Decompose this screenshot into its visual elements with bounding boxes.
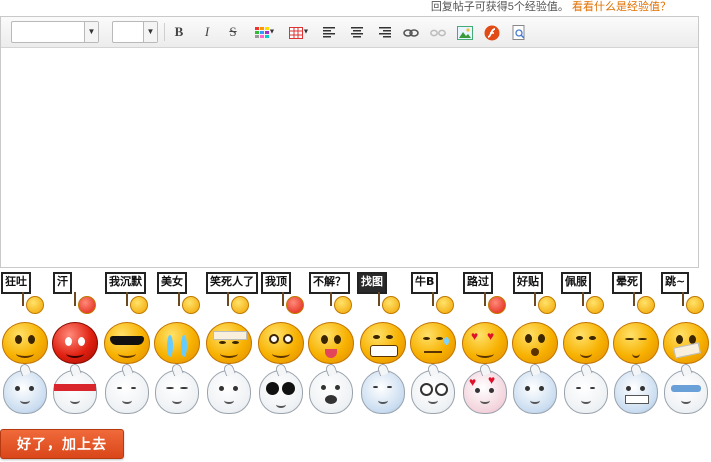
chevron-down-icon: ▼ — [143, 22, 157, 42]
experience-tip: 回复帖子可获得5个经验值。 看看什么是经验值？ — [431, 0, 671, 14]
strikethrough-button[interactable]: S — [223, 23, 243, 41]
italic-button[interactable]: I — [197, 23, 217, 41]
submit-reply-button[interactable]: 好了，加上去 — [0, 429, 124, 459]
reply-textarea[interactable] — [1, 48, 698, 267]
insert-image-button[interactable] — [455, 23, 475, 41]
preview-icon — [512, 24, 525, 40]
bold-button[interactable]: B — [169, 23, 189, 41]
font-family-select[interactable]: ▼ — [11, 21, 99, 43]
emoticon-row-signs: 狂吐 汗 我沉默 美女 笑死人了 我顶 不解？ 找图 牛B 路过 好贴 佩服 晕… — [0, 270, 711, 318]
align-center-icon — [351, 27, 363, 38]
align-center-button[interactable] — [347, 23, 367, 41]
emoticon-row-faces: ♥ ♥ — [0, 320, 711, 366]
toolbar-divider — [164, 23, 165, 41]
flash-icon — [484, 25, 500, 41]
experience-help-link[interactable]: 看看什么是经验值？ — [572, 1, 671, 13]
emoticon-row-onion: ♥ ♥ — [0, 362, 711, 418]
insert-flash-button[interactable] — [482, 23, 502, 41]
font-color-button[interactable]: ▼ — [251, 23, 279, 41]
image-icon — [457, 25, 473, 40]
color-palette-icon — [254, 26, 269, 38]
align-left-icon — [323, 27, 335, 38]
font-size-select[interactable]: ▼ — [112, 21, 158, 43]
preview-button[interactable] — [509, 23, 529, 41]
unlink-button[interactable] — [428, 23, 448, 41]
align-left-button[interactable] — [319, 23, 339, 41]
experience-tip-text: 回复帖子可获得5个经验值。 — [430, 1, 569, 13]
chevron-down-icon: ▼ — [84, 22, 98, 42]
link-icon — [403, 28, 419, 37]
unlink-icon — [430, 29, 446, 36]
align-right-button[interactable] — [375, 23, 395, 41]
align-right-icon — [379, 27, 391, 38]
editor-toolbar: ▼ ▼ B I S ▼ ▼ — [1, 17, 698, 48]
table-button[interactable]: ▼ — [285, 23, 313, 41]
insert-link-button[interactable] — [401, 23, 421, 41]
table-icon — [288, 26, 303, 39]
reply-editor: ▼ ▼ B I S ▼ ▼ — [0, 16, 699, 268]
